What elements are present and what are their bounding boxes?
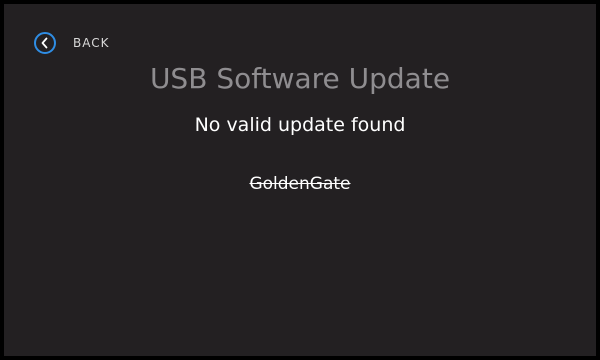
back-label: BACK [73,36,110,50]
back-button[interactable]: BACK [34,30,109,56]
status-message: No valid update found [194,114,406,136]
screen: BACK USB Software Update No valid update… [0,0,600,360]
chevron-left-icon [34,32,56,54]
page-title: USB Software Update [149,62,451,95]
device-name: GoldenGate [249,174,351,194]
